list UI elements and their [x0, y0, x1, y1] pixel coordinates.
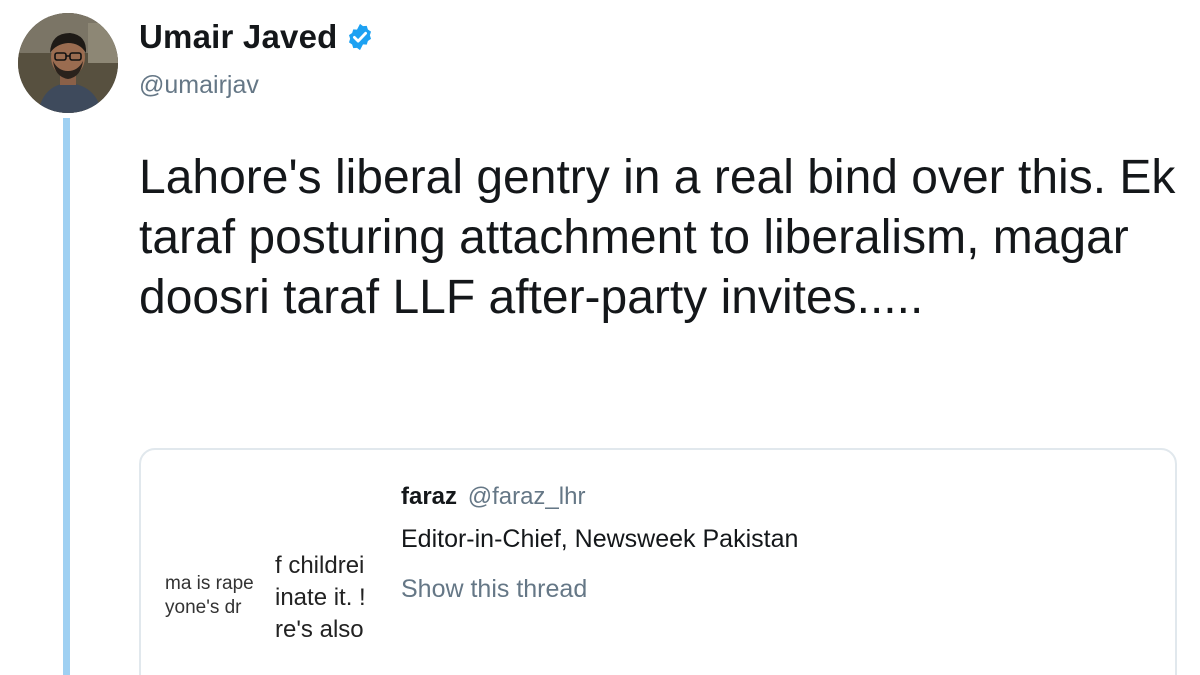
quoted-author-row: faraz @faraz_lhr [401, 482, 798, 512]
quoted-author-handle[interactable]: @faraz_lhr [468, 483, 586, 510]
avatar[interactable] [18, 13, 118, 113]
thumbnail-text-right: f childrei inate it. ! re's also [275, 550, 385, 646]
thumbnail-line: re's also [275, 616, 364, 643]
avatar-photo-icon [18, 13, 118, 113]
thumbnail-line: inate it. ! [275, 584, 366, 611]
thread-connector-line [63, 118, 70, 675]
author-display-name[interactable]: Umair Javed [139, 18, 337, 56]
author-name-row: Umair Javed [139, 18, 375, 56]
tweet-text: Lahore's liberal gentry in a real bind o… [139, 151, 1176, 324]
tweet-card: Umair Javed @umairjav Lahore's liberal g… [0, 0, 1200, 675]
thumbnail-line: ma is rape [165, 573, 254, 594]
quoted-author-name[interactable]: faraz [401, 483, 457, 510]
quoted-tweet-thumbnail[interactable]: ma is rape yone's dr f childrei inate it… [165, 548, 405, 668]
quoted-author-bio: Editor-in-Chief, Newsweek Pakistan [401, 525, 799, 553]
author-handle[interactable]: @umairjav [139, 71, 259, 100]
thumbnail-text-left: ma is rape yone's dr [165, 572, 273, 620]
quoted-tweet-meta: faraz @faraz_lhr Editor-in-Chief, Newswe… [401, 482, 798, 604]
show-thread-link[interactable]: Show this thread [401, 574, 798, 604]
verified-badge-icon [345, 22, 375, 52]
quoted-tweet-card[interactable]: ma is rape yone's dr f childrei inate it… [139, 448, 1177, 675]
thumbnail-line: yone's dr [165, 597, 242, 618]
thumbnail-line: f childrei [275, 552, 365, 579]
